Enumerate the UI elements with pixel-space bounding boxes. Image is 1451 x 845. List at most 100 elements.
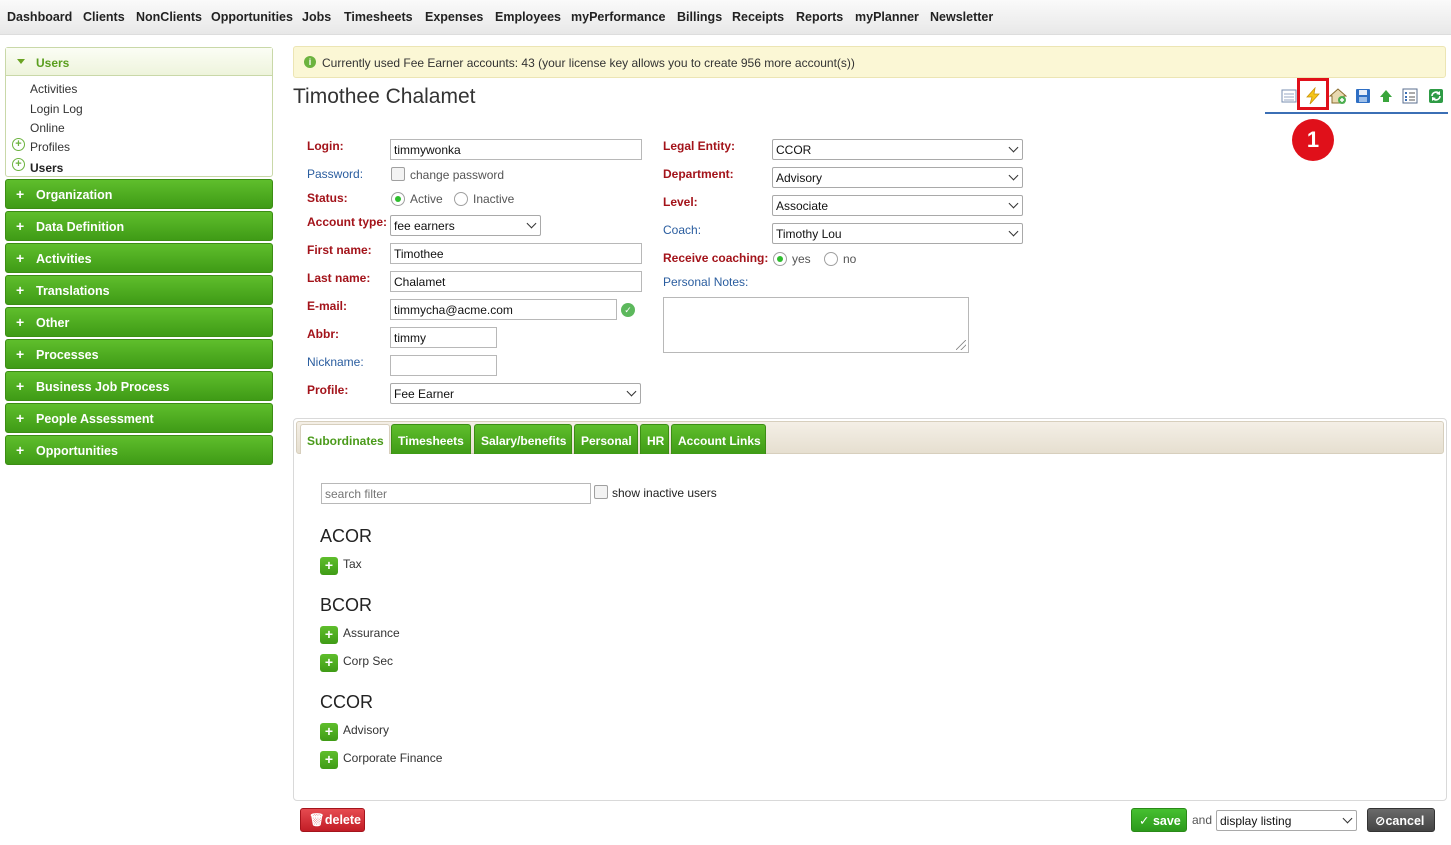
- list-icon[interactable]: [1400, 86, 1420, 106]
- nav-employees[interactable]: Employees: [495, 10, 561, 24]
- sidebar-section-data-definition[interactable]: + Data Definition: [5, 211, 273, 241]
- section-label: Activities: [36, 252, 92, 266]
- group-item-corp-sec[interactable]: Corp Sec: [343, 654, 393, 668]
- change-password-checkbox[interactable]: [391, 167, 405, 181]
- refresh-icon[interactable]: [1426, 86, 1446, 106]
- show-inactive-checkbox[interactable]: [594, 485, 608, 499]
- login-input[interactable]: timmywonka: [390, 139, 642, 160]
- nav-myperformance[interactable]: myPerformance: [571, 10, 666, 24]
- profile-select[interactable]: Fee Earner: [390, 383, 641, 404]
- sidebar-section-processes[interactable]: + Processes: [5, 339, 273, 369]
- tab-timesheets[interactable]: Timesheets: [391, 424, 471, 454]
- sidebar-item-activities[interactable]: Activities: [30, 82, 77, 96]
- receive-coaching-yes-radio[interactable]: [773, 252, 787, 266]
- toolbar-underline: [1265, 112, 1448, 114]
- sidebar-item-login-log[interactable]: Login Log: [30, 102, 83, 116]
- tab-personal[interactable]: Personal: [574, 424, 638, 454]
- sidebar-item-users[interactable]: Users: [30, 161, 63, 175]
- expand-plus-icon[interactable]: +: [320, 654, 338, 672]
- checkmark-icon: ✓: [1139, 814, 1153, 828]
- delete-label: delete: [324, 813, 362, 827]
- legal-entity-label: Legal Entity:: [663, 139, 736, 153]
- nav-billings[interactable]: Billings: [677, 10, 722, 24]
- personal-notes-textarea[interactable]: [663, 297, 969, 353]
- nav-jobs[interactable]: Jobs: [302, 10, 331, 24]
- section-label: People Assessment: [36, 412, 154, 426]
- save-disk-icon[interactable]: [1353, 86, 1373, 106]
- sidebar-section-business-job-process[interactable]: + Business Job Process: [5, 371, 273, 401]
- expand-plus-icon[interactable]: +: [320, 751, 338, 769]
- nav-expenses[interactable]: Expenses: [425, 10, 483, 24]
- nav-opportunities[interactable]: Opportunities: [211, 10, 293, 24]
- tab-subordinates[interactable]: Subordinates: [300, 424, 390, 454]
- report-icon[interactable]: [1279, 86, 1299, 106]
- first-name-input[interactable]: Timothee: [390, 243, 642, 264]
- nav-reports[interactable]: Reports: [796, 10, 843, 24]
- sidebar-section-organization[interactable]: + Organization: [5, 179, 273, 209]
- legal-entity-select[interactable]: CCOR: [772, 139, 1023, 160]
- arrow-up-icon[interactable]: [1376, 86, 1396, 106]
- status-active-radio[interactable]: [391, 192, 405, 206]
- tab-account-links[interactable]: Account Links: [671, 424, 766, 454]
- expand-plus-icon[interactable]: +: [320, 557, 338, 575]
- nav-myplanner[interactable]: myPlanner: [855, 10, 919, 24]
- chevron-down-icon: [1342, 813, 1353, 824]
- tab-hr[interactable]: HR: [640, 424, 669, 454]
- nav-receipts[interactable]: Receipts: [732, 10, 784, 24]
- section-label: Opportunities: [36, 444, 118, 458]
- status-inactive-radio[interactable]: [454, 192, 468, 206]
- save-button[interactable]: ✓ save: [1131, 808, 1187, 832]
- sidebar-section-people-assessment[interactable]: + People Assessment: [5, 403, 273, 433]
- show-inactive-label: show inactive users: [612, 486, 717, 500]
- account-type-select[interactable]: fee earners: [390, 215, 541, 236]
- nav-newsletter[interactable]: Newsletter: [930, 10, 993, 24]
- sidebar-users-title: Users: [36, 56, 70, 70]
- cancel-button[interactable]: ⊘cancel: [1367, 808, 1435, 832]
- tab-salary-benefits[interactable]: Salary/benefits: [474, 424, 572, 454]
- nav-timesheets[interactable]: Timesheets: [344, 10, 413, 24]
- plus-icon: +: [16, 186, 25, 202]
- group-item-corporate-finance[interactable]: Corporate Finance: [343, 751, 442, 765]
- abbr-input[interactable]: timmy: [390, 327, 497, 348]
- sidebar-section-translations[interactable]: + Translations: [5, 275, 273, 305]
- sidebar-section-activities[interactable]: + Activities: [5, 243, 273, 273]
- sidebar-section-opportunities[interactable]: + Opportunities: [5, 435, 273, 465]
- sidebar-users-header[interactable]: Users: [6, 48, 272, 76]
- receive-coaching-no-radio[interactable]: [824, 252, 838, 266]
- nickname-input[interactable]: [390, 355, 497, 376]
- group-item-assurance[interactable]: Assurance: [343, 626, 400, 640]
- sidebar-item-profiles[interactable]: Profiles: [30, 140, 70, 154]
- coach-select[interactable]: Timothy Lou: [772, 223, 1023, 244]
- expand-plus-icon[interactable]: +: [320, 723, 338, 741]
- add-profile-icon[interactable]: +: [12, 138, 25, 151]
- after-save-select[interactable]: display listing: [1216, 810, 1357, 831]
- last-name-input[interactable]: Chalamet: [390, 271, 642, 292]
- nav-clients[interactable]: Clients: [83, 10, 125, 24]
- resize-grip-icon[interactable]: [956, 340, 966, 350]
- home-icon[interactable]: [1328, 86, 1348, 106]
- receive-coaching-yes-label: yes: [792, 252, 811, 266]
- abbr-label: Abbr:: [307, 327, 339, 341]
- status-label: Status:: [307, 191, 348, 205]
- nav-dashboard[interactable]: Dashboard: [7, 10, 72, 24]
- department-select[interactable]: Advisory: [772, 167, 1023, 188]
- search-filter-input[interactable]: [321, 483, 591, 504]
- group-item-tax[interactable]: Tax: [343, 557, 362, 571]
- login-label: Login:: [307, 139, 344, 153]
- section-label: Other: [36, 316, 70, 330]
- group-title-bcor: BCOR: [320, 595, 373, 615]
- add-user-icon[interactable]: +: [12, 158, 25, 171]
- level-value: Associate: [776, 199, 829, 213]
- annotation-badge: 1: [1292, 119, 1334, 161]
- highlight-box: [1297, 78, 1329, 110]
- section-label: Processes: [36, 348, 99, 362]
- sidebar-item-online[interactable]: Online: [30, 121, 65, 135]
- profile-value: Fee Earner: [394, 387, 455, 401]
- email-input[interactable]: timmycha@acme.com: [390, 299, 617, 320]
- sidebar-section-other[interactable]: + Other: [5, 307, 273, 337]
- nav-nonclients[interactable]: NonClients: [136, 10, 202, 24]
- level-select[interactable]: Associate: [772, 195, 1023, 216]
- delete-button[interactable]: 🗑delete: [300, 808, 365, 832]
- group-item-advisory[interactable]: Advisory: [343, 723, 389, 737]
- expand-plus-icon[interactable]: +: [320, 626, 338, 644]
